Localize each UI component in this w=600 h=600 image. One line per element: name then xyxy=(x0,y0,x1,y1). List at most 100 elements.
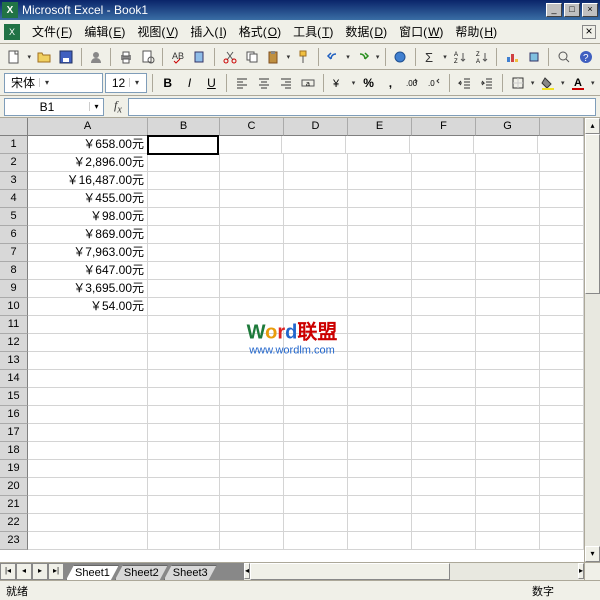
cell-B16[interactable] xyxy=(148,406,220,424)
cell-D5[interactable] xyxy=(284,208,348,226)
row-header-22[interactable]: 22 xyxy=(0,514,28,532)
cell-D12[interactable] xyxy=(284,334,348,352)
cell-D9[interactable] xyxy=(284,280,348,298)
cell-G11[interactable] xyxy=(476,316,540,334)
cell-A18[interactable] xyxy=(28,442,148,460)
row-header-20[interactable]: 20 xyxy=(0,478,28,496)
cell-G14[interactable] xyxy=(476,370,540,388)
cell-A7[interactable]: ￥7,963.00元 xyxy=(28,244,148,262)
cell-D3[interactable] xyxy=(284,172,348,190)
cell-G15[interactable] xyxy=(476,388,540,406)
row-header-7[interactable]: 7 xyxy=(0,244,28,262)
cell-F20[interactable] xyxy=(412,478,476,496)
cell-F22[interactable] xyxy=(412,514,476,532)
print-button[interactable] xyxy=(115,46,136,68)
cell-B17[interactable] xyxy=(148,424,220,442)
cell-G20[interactable] xyxy=(476,478,540,496)
cell-C10[interactable] xyxy=(220,298,284,316)
horizontal-scrollbar[interactable]: ◂ ▸ xyxy=(244,563,584,580)
paste-dropdown[interactable]: ▾ xyxy=(285,53,292,61)
cell-E12[interactable] xyxy=(348,334,412,352)
row-header-4[interactable]: 4 xyxy=(0,190,28,208)
vertical-scrollbar[interactable]: ▴ ▾ xyxy=(584,118,600,562)
scroll-up-button[interactable]: ▴ xyxy=(585,118,600,134)
percent-button[interactable]: % xyxy=(359,72,379,94)
cell-A22[interactable] xyxy=(28,514,148,532)
cell-B11[interactable] xyxy=(148,316,220,334)
cell-G3[interactable] xyxy=(476,172,540,190)
row-header-16[interactable]: 16 xyxy=(0,406,28,424)
workbook-close-button[interactable]: × xyxy=(582,25,596,39)
cell-E16[interactable] xyxy=(348,406,412,424)
col-header-C[interactable]: C xyxy=(220,118,284,136)
menu-e[interactable]: 编辑(E) xyxy=(78,23,131,41)
cell-E13[interactable] xyxy=(348,352,412,370)
cell-B20[interactable] xyxy=(148,478,220,496)
cell-A1[interactable]: ￥658.00元 xyxy=(28,136,148,154)
hyperlink-button[interactable] xyxy=(390,46,411,68)
cell-F17[interactable] xyxy=(412,424,476,442)
cell-D16[interactable] xyxy=(284,406,348,424)
zoom-button[interactable] xyxy=(553,46,574,68)
cell-G13[interactable] xyxy=(476,352,540,370)
cell-F11[interactable] xyxy=(412,316,476,334)
cell-C20[interactable] xyxy=(220,478,284,496)
cell-F7[interactable] xyxy=(412,244,476,262)
print-preview-button[interactable] xyxy=(137,46,158,68)
align-left-button[interactable] xyxy=(232,72,252,94)
row-header-15[interactable]: 15 xyxy=(0,388,28,406)
cell-B19[interactable] xyxy=(148,460,220,478)
cell-G5[interactable] xyxy=(476,208,540,226)
formula-input[interactable] xyxy=(128,98,596,116)
cell-A17[interactable] xyxy=(28,424,148,442)
menu-i[interactable]: 插入(I) xyxy=(184,23,232,41)
cell-D1[interactable] xyxy=(282,136,346,154)
row-header-14[interactable]: 14 xyxy=(0,370,28,388)
row-header-8[interactable]: 8 xyxy=(0,262,28,280)
borders-button[interactable] xyxy=(508,72,528,94)
cell-C9[interactable] xyxy=(220,280,284,298)
col-header-E[interactable]: E xyxy=(348,118,412,136)
row-header-12[interactable]: 12 xyxy=(0,334,28,352)
cell-B3[interactable] xyxy=(148,172,220,190)
cell-B10[interactable] xyxy=(148,298,220,316)
menu-v[interactable]: 视图(V) xyxy=(131,23,184,41)
row-header-18[interactable]: 18 xyxy=(0,442,28,460)
cell-E17[interactable] xyxy=(348,424,412,442)
cell-D21[interactable] xyxy=(284,496,348,514)
permissions-button[interactable] xyxy=(86,46,107,68)
cell-E3[interactable] xyxy=(348,172,412,190)
bold-button[interactable]: B xyxy=(158,72,178,94)
cell-C1[interactable] xyxy=(218,136,282,154)
cell-A11[interactable] xyxy=(28,316,148,334)
tab-first-button[interactable]: |◂ xyxy=(0,563,16,580)
currency-button[interactable]: ¥ xyxy=(329,72,349,94)
cell-F8[interactable] xyxy=(412,262,476,280)
cell-A4[interactable]: ￥455.00元 xyxy=(28,190,148,208)
cell-D13[interactable] xyxy=(284,352,348,370)
cell-G4[interactable] xyxy=(476,190,540,208)
new-button[interactable] xyxy=(4,46,25,68)
cell-F21[interactable] xyxy=(412,496,476,514)
cell-A3[interactable]: ￥16,487.00元 xyxy=(28,172,148,190)
underline-button[interactable]: U xyxy=(201,72,221,94)
cell-C16[interactable] xyxy=(220,406,284,424)
cell-A2[interactable]: ￥2,896.00元 xyxy=(28,154,148,172)
cell-C19[interactable] xyxy=(220,460,284,478)
cell-A15[interactable] xyxy=(28,388,148,406)
decrease-indent-button[interactable] xyxy=(455,72,475,94)
row-header-10[interactable]: 10 xyxy=(0,298,28,316)
close-button[interactable]: × xyxy=(582,3,598,17)
cell-G8[interactable] xyxy=(476,262,540,280)
undo-button[interactable] xyxy=(323,46,344,68)
cell-G12[interactable] xyxy=(476,334,540,352)
cell-D22[interactable] xyxy=(284,514,348,532)
menu-w[interactable]: 窗口(W) xyxy=(393,23,449,41)
cell-A21[interactable] xyxy=(28,496,148,514)
cell-A8[interactable]: ￥647.00元 xyxy=(28,262,148,280)
font-color-button[interactable]: A xyxy=(568,72,588,94)
cell-G18[interactable] xyxy=(476,442,540,460)
paste-button[interactable] xyxy=(263,46,284,68)
cell-F14[interactable] xyxy=(412,370,476,388)
tab-last-button[interactable]: ▸| xyxy=(48,563,64,580)
